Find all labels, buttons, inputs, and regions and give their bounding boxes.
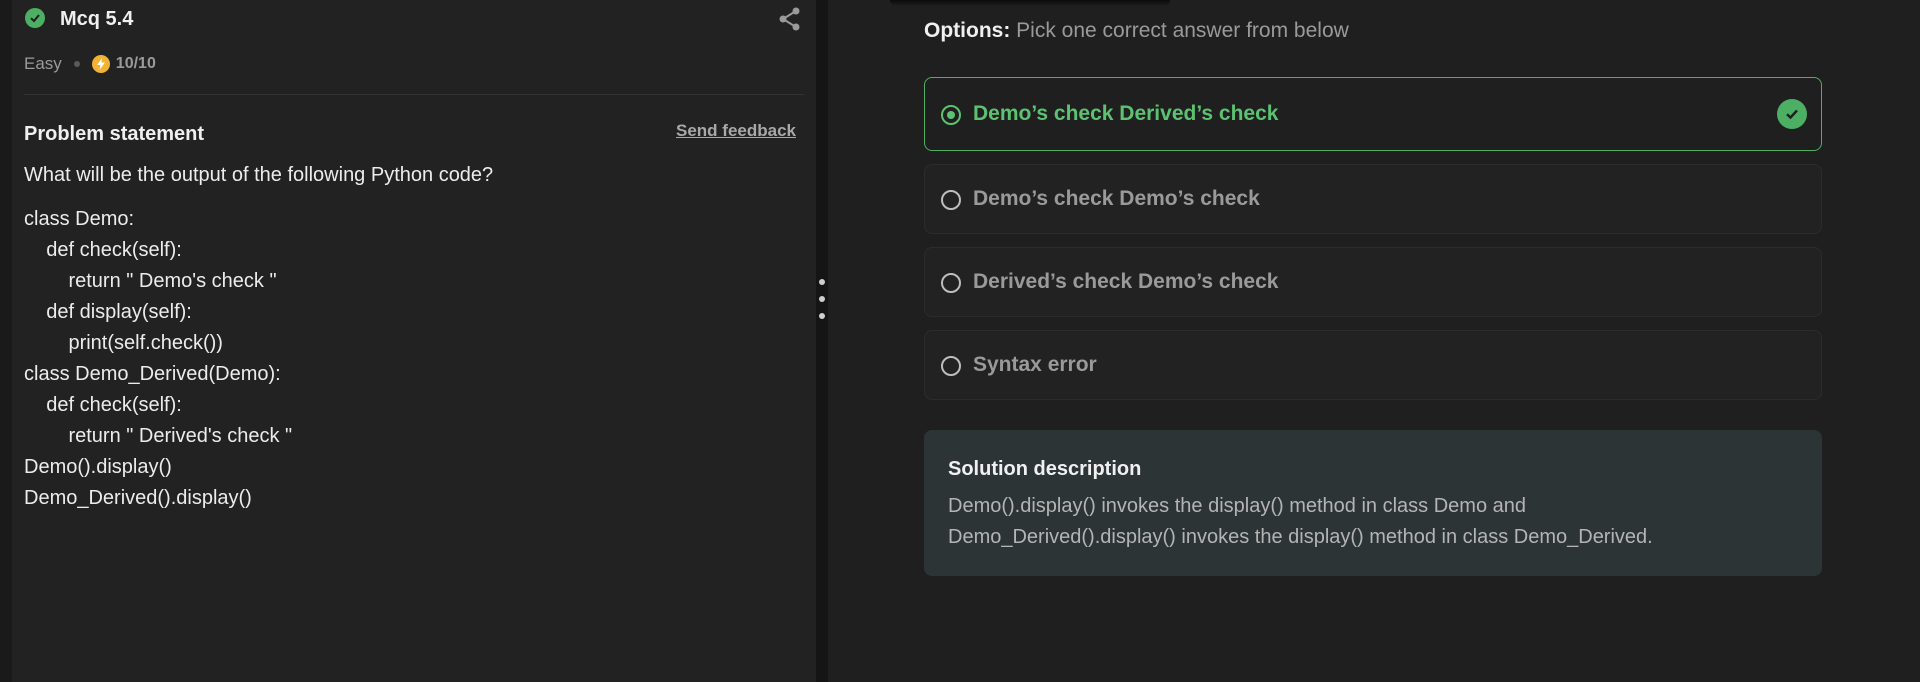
option-4[interactable]: Syntax error bbox=[924, 330, 1822, 400]
option-label: Demo’s check Demo’s check bbox=[973, 187, 1260, 210]
pane-resizer[interactable] bbox=[816, 0, 828, 682]
share-icon[interactable] bbox=[777, 6, 803, 32]
solution-line: Demo().display() invokes the display() m… bbox=[948, 495, 1527, 517]
code-line: return " Demo's check " bbox=[24, 270, 277, 292]
code-line: class Demo: bbox=[24, 208, 135, 230]
option-label: Syntax error bbox=[973, 353, 1097, 376]
code-line: def check(self): bbox=[24, 239, 182, 261]
problem-title: Mcq 5.4 bbox=[60, 8, 134, 30]
code-line: def check(self): bbox=[24, 394, 182, 416]
left-edge bbox=[0, 0, 12, 682]
code-line: return " Derived's check " bbox=[24, 425, 293, 447]
radio-button[interactable] bbox=[941, 356, 961, 376]
question-text: What will be the output of the following… bbox=[24, 164, 494, 186]
code-line: Demo_Derived().display() bbox=[24, 487, 252, 509]
option-1[interactable]: Demo’s check Derived’s check bbox=[924, 77, 1822, 151]
code-block: class Demo: def check(self): return " De… bbox=[24, 204, 292, 514]
top-shadow bbox=[890, 0, 1170, 6]
score-label: 10/10 bbox=[115, 55, 156, 72]
radio-button[interactable] bbox=[941, 190, 961, 210]
vertical-dots-icon[interactable] bbox=[818, 279, 826, 325]
header-divider bbox=[24, 94, 804, 95]
options-header: Options: Pick one correct answer from be… bbox=[924, 19, 1349, 43]
problem-meta: Easy 10/10 bbox=[24, 53, 156, 75]
option-2[interactable]: Demo’s check Demo’s check bbox=[924, 164, 1822, 234]
difficulty-label: Easy bbox=[24, 54, 62, 73]
send-feedback-link[interactable]: Send feedback bbox=[676, 121, 796, 141]
option-label: Demo’s check Derived’s check bbox=[973, 102, 1279, 125]
statement-heading: Problem statement bbox=[24, 123, 205, 145]
solution-box: Solution description Demo().display() in… bbox=[924, 430, 1822, 576]
check-circle-icon bbox=[25, 8, 45, 28]
code-line: def display(self): bbox=[24, 301, 192, 323]
solution-title: Solution description bbox=[948, 458, 1142, 480]
solution-line: Demo_Derived().display() invokes the dis… bbox=[948, 526, 1653, 548]
bolt-icon bbox=[91, 55, 110, 73]
check-circle-icon bbox=[1777, 99, 1807, 129]
radio-button[interactable] bbox=[941, 105, 961, 125]
option-3[interactable]: Derived’s check Demo’s check bbox=[924, 247, 1822, 317]
radio-button[interactable] bbox=[941, 273, 961, 293]
separator-dot bbox=[73, 61, 80, 67]
options-label: Options: bbox=[924, 19, 1011, 42]
problem-header: Mcq 5.4 bbox=[25, 6, 805, 38]
options-hint: Pick one correct answer from below bbox=[1016, 19, 1349, 42]
option-label: Derived’s check Demo’s check bbox=[973, 270, 1279, 293]
code-line: class Demo_Derived(Demo): bbox=[24, 363, 281, 385]
code-line: Demo().display() bbox=[24, 456, 172, 478]
code-line: print(self.check()) bbox=[24, 332, 223, 354]
